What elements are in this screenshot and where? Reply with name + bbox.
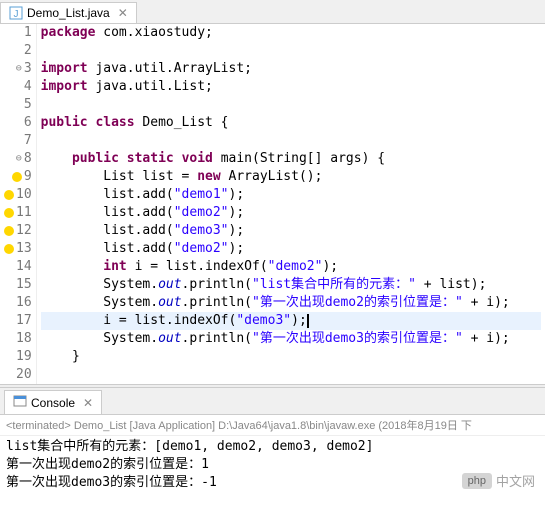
line-number: 9 [4,168,32,186]
line-number: ⊖8 [4,150,32,168]
warning-bulb-icon[interactable] [4,190,14,200]
console-tab-bar: Console ✕ [0,388,545,415]
line-number: 11 [4,204,32,222]
line-number: 16 [4,294,32,312]
line-number: 17 [4,312,32,330]
code-line[interactable]: } [41,348,541,366]
console-icon [13,394,27,411]
close-icon[interactable]: ✕ [118,6,128,20]
code-line[interactable]: package com.xiaostudy; [41,24,541,42]
code-line[interactable]: System.out.println("第一次出现demo2的索引位置是：" +… [41,294,541,312]
code-line[interactable]: List list = new ArrayList(); [41,168,541,186]
fold-icon[interactable]: ⊖ [16,150,22,168]
console-line: 第一次出现demo2的索引位置是：1 [6,456,539,474]
code-line[interactable] [41,366,541,384]
watermark-badge: php [462,473,492,489]
close-icon[interactable]: ✕ [83,396,93,410]
warning-bulb-icon[interactable] [4,208,14,218]
code-line[interactable]: list.add("demo2"); [41,240,541,258]
line-number: 1 [4,24,32,42]
code-line[interactable]: i = list.indexOf("demo3"); [41,312,541,330]
code-line[interactable]: public class Demo_List { [41,114,541,132]
line-number: 15 [4,276,32,294]
editor-tab[interactable]: J Demo_List.java ✕ [0,2,137,23]
line-number: 10 [4,186,32,204]
line-number: 19 [4,348,32,366]
line-number: ⊖3 [4,60,32,78]
code-line[interactable] [41,132,541,150]
java-file-icon: J [9,6,23,20]
code-line[interactable]: list.add("demo2"); [41,204,541,222]
line-number: 7 [4,132,32,150]
editor-tab-bar: J Demo_List.java ✕ [0,0,545,24]
code-editor[interactable]: 12⊖34567⊖891011121314151617181920 packag… [0,24,545,384]
line-number: 6 [4,114,32,132]
line-number: 18 [4,330,32,348]
code-line[interactable]: public static void main(String[] args) { [41,150,541,168]
console-tab[interactable]: Console ✕ [4,390,102,414]
console-line: 第一次出现demo3的索引位置是：-1 [6,474,539,492]
console-line: list集合中所有的元素：[demo1, demo2, demo3, demo2… [6,438,539,456]
line-number: 12 [4,222,32,240]
console-tab-label: Console [31,396,75,410]
line-number: 13 [4,240,32,258]
tab-title: Demo_List.java [27,6,110,20]
warning-bulb-icon[interactable] [4,244,14,254]
line-number: 14 [4,258,32,276]
code-line[interactable]: import java.util.List; [41,78,541,96]
svg-text:J: J [14,9,19,20]
line-number: 20 [4,366,32,384]
code-line[interactable]: System.out.println("第一次出现demo3的索引位置是：" +… [41,330,541,348]
watermark: php 中文网 [462,471,535,490]
console-header: <terminated> Demo_List [Java Application… [0,415,545,436]
code-line[interactable]: int i = list.indexOf("demo2"); [41,258,541,276]
code-area[interactable]: package com.xiaostudy; import java.util.A… [37,24,545,384]
code-line[interactable]: import java.util.ArrayList; [41,60,541,78]
code-line[interactable]: list.add("demo3"); [41,222,541,240]
warning-bulb-icon[interactable] [12,172,22,182]
warning-bulb-icon[interactable] [4,226,14,236]
code-line[interactable]: list.add("demo1"); [41,186,541,204]
code-line[interactable] [41,96,541,114]
fold-icon[interactable]: ⊖ [16,60,22,78]
watermark-text: 中文网 [496,471,535,490]
code-line[interactable] [41,42,541,60]
line-number-gutter: 12⊖34567⊖891011121314151617181920 [0,24,37,384]
code-line[interactable]: System.out.println("list集合中所有的元素：" + lis… [41,276,541,294]
line-number: 2 [4,42,32,60]
line-number: 5 [4,96,32,114]
line-number: 4 [4,78,32,96]
